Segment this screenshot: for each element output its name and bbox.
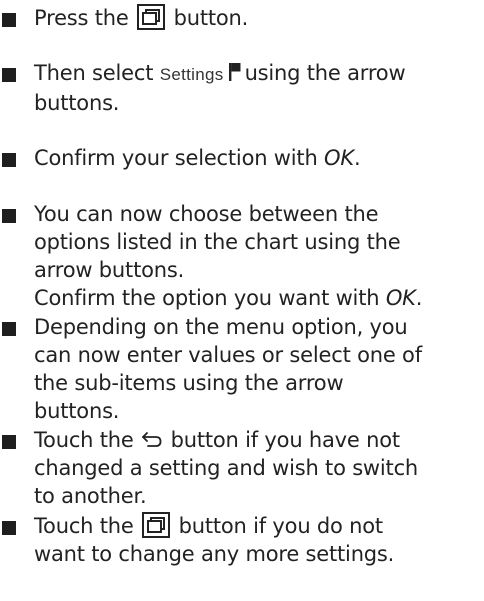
step-line: changed a setting and wish to switch (34, 456, 419, 480)
ok-label: OK (324, 146, 354, 170)
step-text: Touch the (34, 514, 134, 538)
step-line: the sub-items using the arrow (34, 371, 344, 395)
step-line: options listed in the chart using the (34, 230, 401, 254)
bullet-square (2, 435, 16, 449)
list-item: Depending on the menu option, you can no… (0, 313, 430, 425)
step-text: Confirm the option you want with (34, 286, 380, 310)
step-line: buttons. (34, 399, 120, 423)
step-text: Press the (34, 6, 129, 30)
step-line: Press the button. (34, 4, 248, 32)
step-line: Touch the button if you do not (34, 512, 394, 540)
bullet-square (2, 68, 16, 82)
list-item: Touch the button if you do not want to c… (0, 512, 402, 568)
list-item: Press the button. (0, 4, 256, 32)
step-text: . (353, 146, 361, 170)
step-line: Depending on the menu option, you (34, 315, 408, 339)
bullet-square (2, 13, 16, 27)
step-line: buttons. (34, 91, 120, 115)
step-line: arrow buttons. (34, 258, 185, 282)
menu-window-icon (142, 512, 171, 538)
list-item: Touch the button if you have not changed… (0, 426, 426, 510)
step-text: Then select (34, 61, 154, 85)
bullet-square (2, 153, 16, 167)
step-line: Confirm the option you want with OK. (34, 284, 422, 312)
bullet-square (2, 209, 16, 223)
bullet-square (2, 322, 16, 336)
flag-icon (228, 63, 241, 81)
list-item: You can now choose between the options l… (0, 200, 430, 312)
step-line: Touch the button if you have not (34, 426, 418, 454)
back-arrow-icon (142, 432, 162, 447)
step-text: button. (173, 6, 249, 30)
menu-window-icon (137, 4, 166, 30)
step-line: You can now choose between the (34, 202, 379, 226)
step-line: can now enter values or select one of (34, 343, 422, 367)
list-item: Then select Settings using the arrow butt… (0, 59, 413, 117)
step-line: to another. (34, 484, 147, 508)
list-item: Confirm your selection with OK. (0, 144, 368, 172)
step-line: want to change any more settings. (34, 542, 395, 566)
step-text: button if you do not (178, 514, 384, 538)
bullet-square (2, 521, 16, 535)
step-text: Touch the (34, 428, 134, 452)
screen-label-settings: Settings (159, 65, 224, 84)
step-text: Confirm your selection with (34, 146, 318, 170)
step-text: . (415, 286, 423, 310)
step-line: Confirm your selection with OK. (34, 144, 361, 172)
step-text: button if you have not (170, 428, 400, 452)
step-text: using the arrow (244, 61, 406, 85)
ok-label: OK (385, 286, 416, 310)
step-line: Then select Settings using the arrow (34, 59, 406, 89)
